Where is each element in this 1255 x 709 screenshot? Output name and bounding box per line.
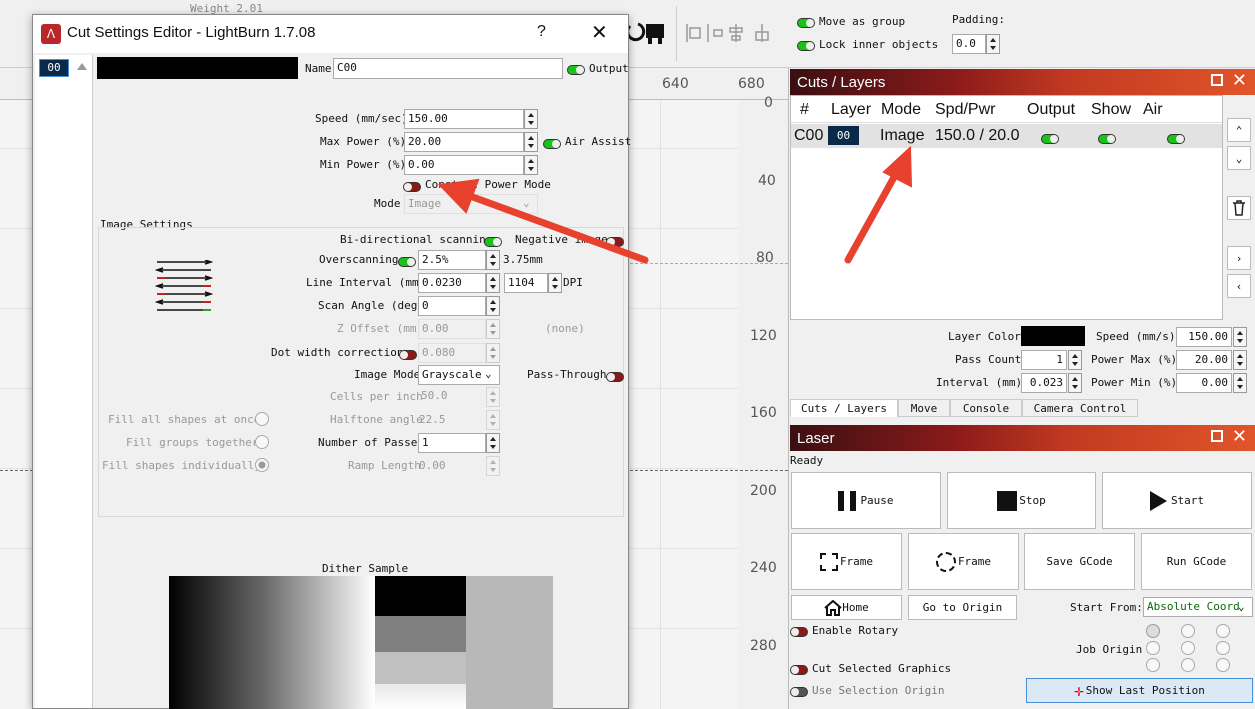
annotation-arrows bbox=[437, 145, 913, 264]
